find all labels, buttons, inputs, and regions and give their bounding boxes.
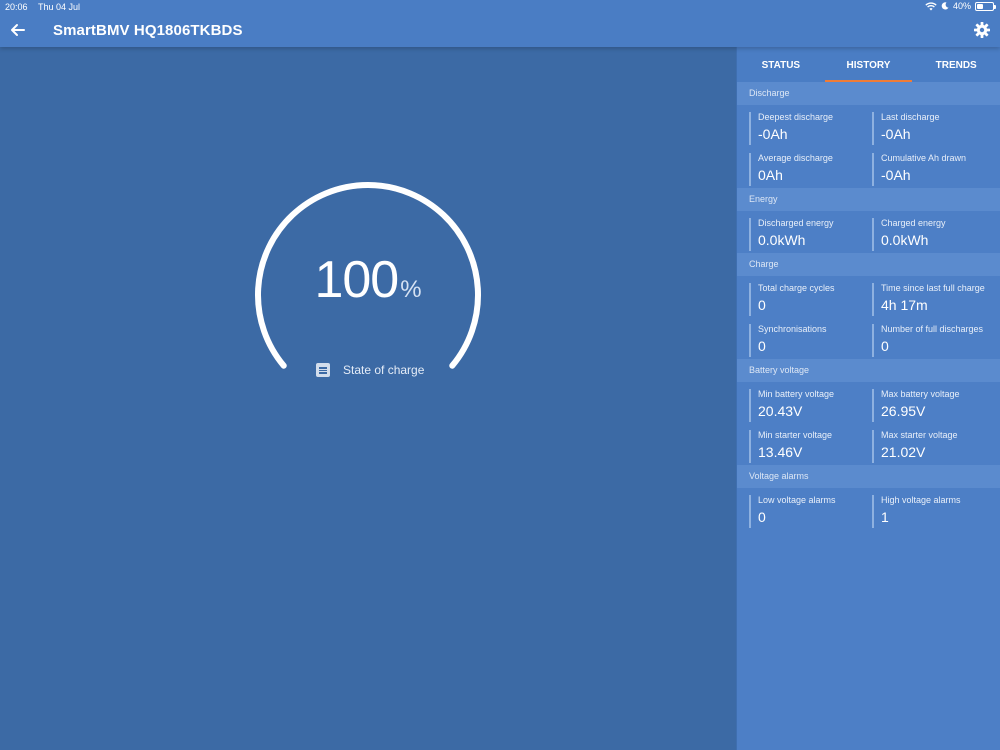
stat-value: 0 [881, 338, 889, 354]
status-date: Thu 04 Jul [38, 2, 81, 12]
stat-label: Synchronisations [758, 324, 827, 334]
stat-deepest-discharge: Deepest discharge -0Ah [749, 112, 872, 145]
battery-icon [975, 1, 996, 11]
stat-label: Total charge cycles [758, 283, 835, 293]
stat-value: 4h 17m [881, 297, 928, 313]
stat-min-starter-voltage: Min starter voltage 13.46V [749, 430, 872, 463]
section-header-battery-voltage: Battery voltage [737, 359, 1000, 382]
stat-charged-energy: Charged energy 0.0kWh [872, 218, 995, 251]
stat-value: 0Ah [758, 167, 783, 183]
gauge-readout: 100% [246, 250, 490, 310]
state-of-charge-gauge: 100% [246, 175, 490, 415]
gauge-unit: % [400, 276, 422, 303]
stat-value: 1 [881, 509, 889, 525]
stat-label: Charged energy [881, 218, 946, 228]
section-header-discharge: Discharge [737, 82, 1000, 105]
stat-min-battery-voltage: Min battery voltage 20.43V [749, 389, 872, 422]
stat-total-charge-cycles: Total charge cycles 0 [749, 283, 872, 316]
stat-value: 0 [758, 297, 766, 313]
gauge-caption-text: State of charge [343, 363, 425, 377]
gauge-caption: State of charge [316, 363, 424, 377]
tab-history[interactable]: HISTORY [824, 47, 913, 82]
tab-status[interactable]: STATUS [737, 47, 825, 82]
stat-label: Max starter voltage [881, 430, 958, 440]
stat-label: Cumulative Ah drawn [881, 153, 967, 163]
stat-max-starter-voltage: Max starter voltage 21.02V [872, 430, 995, 463]
settings-button[interactable] [972, 20, 992, 40]
section-header-voltage-alarms: Voltage alarms [737, 465, 1000, 488]
stat-time-since-last-full-charge: Time since last full charge 4h 17m [872, 283, 995, 316]
stat-value: 13.46V [758, 444, 803, 460]
stat-label: Low voltage alarms [758, 495, 836, 505]
stat-value: 26.95V [881, 403, 926, 419]
section-battery-voltage: Min battery voltage 20.43V Max battery v… [737, 382, 1000, 465]
main-content: 100% State of charge [0, 47, 736, 750]
stat-label: Max battery voltage [881, 389, 960, 399]
stat-discharged-energy: Discharged energy 0.0kWh [749, 218, 872, 251]
status-indicators: 40% [925, 1, 996, 11]
stat-value: -0Ah [758, 126, 788, 142]
app-header: 20:06 Thu 04 Jul 40% SmartBMV HQ1806TKBD… [0, 0, 1000, 47]
stat-value: 0 [758, 338, 766, 354]
moon-icon [941, 2, 949, 10]
history-panel: STATUS HISTORY TRENDS Discharge Deepest … [736, 47, 1000, 750]
stat-average-discharge: Average discharge 0Ah [749, 153, 872, 186]
stat-value: 0 [758, 509, 766, 525]
stat-high-voltage-alarms: High voltage alarms 1 [872, 495, 995, 528]
stat-label: Average discharge [758, 153, 833, 163]
page-title: SmartBMV HQ1806TKBDS [53, 22, 243, 39]
stat-value: 0.0kWh [881, 232, 929, 248]
section-discharge: Deepest discharge -0Ah Last discharge -0… [737, 105, 1000, 188]
section-voltage-alarms: Low voltage alarms 0 High voltage alarms… [737, 488, 1000, 530]
stat-low-voltage-alarms: Low voltage alarms 0 [749, 495, 872, 528]
stat-label: High voltage alarms [881, 495, 961, 505]
stat-synchronisations: Synchronisations 0 [749, 324, 872, 357]
stat-value: -0Ah [881, 167, 911, 183]
stat-max-battery-voltage: Max battery voltage 26.95V [872, 389, 995, 422]
tab-bar: STATUS HISTORY TRENDS [737, 47, 1000, 82]
wifi-icon [925, 1, 937, 11]
stat-value: -0Ah [881, 126, 911, 142]
back-button[interactable] [8, 20, 28, 40]
tab-trends[interactable]: TRENDS [912, 47, 1000, 82]
stat-last-discharge: Last discharge -0Ah [872, 112, 995, 145]
stat-cumulative-ah-drawn: Cumulative Ah drawn -0Ah [872, 153, 995, 186]
arrow-left-icon [11, 24, 25, 36]
section-energy: Discharged energy 0.0kWh Charged energy … [737, 211, 1000, 253]
stat-number-of-full-discharges: Number of full discharges 0 [872, 324, 995, 357]
stat-label: Min starter voltage [758, 430, 833, 440]
stat-value: 21.02V [881, 444, 926, 460]
section-charge: Total charge cycles 0 Time since last fu… [737, 276, 1000, 359]
status-time: 20:06 [5, 2, 28, 12]
stat-label: Deepest discharge [758, 112, 834, 122]
section-header-energy: Energy [737, 188, 1000, 211]
gauge-value: 100 [314, 251, 399, 309]
gear-icon [974, 22, 990, 38]
list-document-icon [316, 363, 330, 377]
stat-label: Last discharge [881, 112, 940, 122]
stat-label: Number of full discharges [881, 324, 984, 334]
stat-value: 20.43V [758, 403, 803, 419]
battery-percent: 40% [952, 1, 971, 11]
section-header-charge: Charge [737, 253, 1000, 276]
stat-label: Discharged energy [758, 218, 834, 228]
stat-value: 0.0kWh [758, 232, 806, 248]
stat-label: Min battery voltage [758, 389, 835, 399]
stat-label: Time since last full charge [881, 283, 985, 293]
status-bar: 20:06 Thu 04 Jul 40% [0, 0, 1000, 14]
